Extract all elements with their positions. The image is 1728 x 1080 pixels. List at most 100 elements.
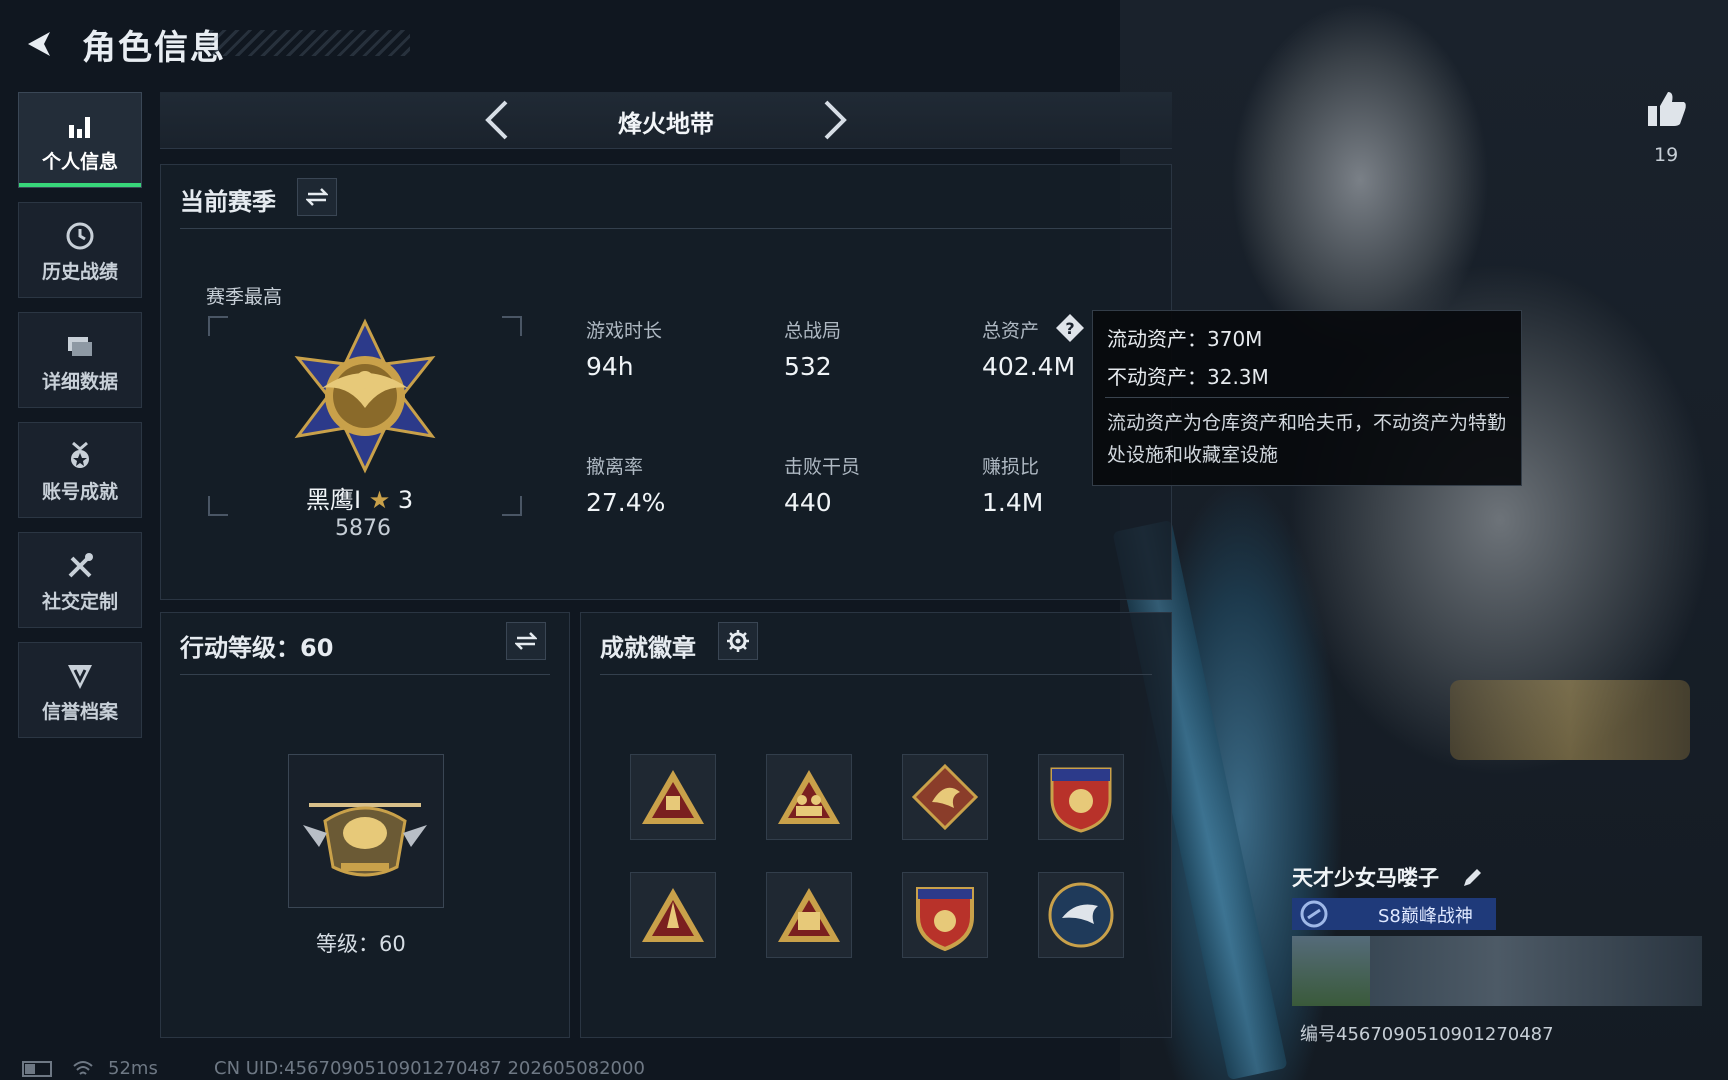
player-id: 编号4567090510901270487 — [1300, 1024, 1554, 1045]
like-count: 19 — [1654, 144, 1679, 166]
header-decoration — [210, 30, 410, 56]
frame-corner — [208, 496, 228, 516]
swap-icon — [306, 188, 328, 206]
shield-icon — [68, 665, 92, 689]
achievement-badge[interactable] — [902, 872, 988, 958]
achievement-badge[interactable] — [766, 872, 852, 958]
frame-corner — [502, 496, 522, 516]
soldiers-badge-icon — [778, 770, 840, 824]
action-level-title: 行动等级：60 — [180, 634, 334, 662]
stat-label-playtime: 游戏时长 — [586, 320, 663, 342]
medal-icon — [71, 441, 89, 468]
rank-points: 5876 — [335, 516, 391, 541]
achievement-badge[interactable] — [902, 754, 988, 840]
achievement-badge[interactable] — [1038, 872, 1124, 958]
player-title-badge: S8巅峰战神 — [1292, 898, 1496, 930]
level-badge-frame — [288, 754, 444, 908]
divider — [1105, 397, 1509, 398]
tooltip-liquid-assets: 流动资产：370M — [1107, 327, 1263, 351]
rocket-badge-icon — [642, 888, 704, 942]
ping-text: 52ms — [108, 1058, 158, 1079]
black-hawk-rank-emblem — [294, 318, 436, 474]
player-banner — [1292, 936, 1702, 1006]
stat-value-assets: 402.4M — [982, 352, 1076, 381]
divider — [180, 228, 1172, 229]
swap-icon — [515, 632, 537, 650]
page-title: 角色信息 — [82, 28, 226, 68]
s8-badge-icon — [778, 888, 840, 942]
shield-star-badge-icon — [1050, 767, 1112, 833]
stat-label-assets: 总资产 — [982, 320, 1040, 342]
level-text: 等级：60 — [316, 932, 406, 956]
sidebar-item-label: 信誉档案 — [41, 701, 118, 723]
player-title: S8巅峰战神 — [1378, 906, 1473, 927]
achievement-badge[interactable] — [630, 754, 716, 840]
bar-chart-icon — [69, 117, 90, 138]
stat-label-extract-rate: 撤离率 — [586, 456, 644, 478]
stat-value-playtime: 94h — [586, 352, 634, 381]
sidebar-item-credit[interactable]: 信誉档案 — [18, 642, 142, 738]
season-switch-button[interactable] — [297, 178, 337, 216]
achievement-badge[interactable] — [630, 872, 716, 958]
tooltip-fixed-assets: 不动资产：32.3M — [1107, 365, 1269, 389]
action-level-switch-button[interactable] — [506, 622, 546, 660]
achievement-badge[interactable] — [766, 754, 852, 840]
sidebar-item-personal-info[interactable]: 个人信息 — [18, 92, 142, 188]
asset-tooltip: 流动资产：370M 不动资产：32.3M 流动资产为仓库资产和哈夫币，不动资产为… — [1092, 310, 1522, 486]
wifi-icon — [73, 1061, 93, 1075]
star-icon: ★ — [368, 486, 391, 514]
armor-artwork — [1450, 680, 1690, 760]
folder-icon — [68, 337, 92, 356]
shield-badge-icon — [916, 887, 974, 952]
stat-label-profit-ratio: 赚损比 — [982, 456, 1040, 478]
achievements-title: 成就徽章 — [600, 634, 696, 662]
stat-value-matches: 532 — [784, 352, 832, 381]
help-icon[interactable]: ? — [1054, 312, 1086, 344]
divider — [600, 674, 1152, 675]
stat-label-kills: 击败干员 — [784, 456, 861, 478]
achievements-settings-button[interactable] — [718, 622, 758, 660]
battery-icon — [22, 1061, 52, 1077]
sidebar-item-social[interactable]: 社交定制 — [18, 532, 142, 628]
triangle-badge-icon — [642, 770, 704, 824]
sidebar-item-achievements[interactable]: 账号成就 — [18, 422, 142, 518]
stat-value-profit-ratio: 1.4M — [982, 488, 1044, 517]
player-avatar — [1292, 936, 1370, 1006]
season-title: 当前赛季 — [180, 188, 276, 216]
divider — [180, 674, 550, 675]
stat-label-matches: 总战局 — [784, 320, 842, 342]
season-best-label: 赛季最高 — [206, 286, 283, 308]
sidebar-item-label: 详细数据 — [41, 371, 118, 393]
player-name: 天才少女马喽子 — [1292, 866, 1439, 890]
gear-icon — [727, 630, 749, 652]
dragon-badge-icon — [911, 763, 979, 831]
chevron-left-icon[interactable] — [482, 98, 512, 142]
rank-name: 黑鹰I — [306, 486, 362, 514]
mode-title: 烽火地带 — [618, 110, 714, 138]
rank-stars: 3 — [397, 486, 414, 514]
sidebar-item-detail-data[interactable]: 详细数据 — [18, 312, 142, 408]
stat-value-extract-rate: 27.4% — [586, 488, 666, 517]
sidebar-item-label: 社交定制 — [41, 591, 118, 613]
eagle-badge-icon — [1048, 882, 1114, 948]
helicopter-emblem-icon — [303, 803, 427, 877]
edit-pencil-icon[interactable] — [1460, 866, 1484, 890]
frame-corner — [208, 316, 228, 336]
sidebar-item-label: 历史战绩 — [41, 261, 118, 283]
back-arrow-icon[interactable] — [20, 26, 56, 62]
stat-value-kills: 440 — [784, 488, 832, 517]
tools-icon — [68, 553, 93, 578]
tooltip-description: 流动资产为仓库资产和哈夫币，不动资产为特勤处设施和收藏室设施 — [1107, 412, 1507, 466]
achievement-badge[interactable] — [1038, 754, 1124, 840]
active-indicator — [19, 183, 141, 187]
thumbs-up-icon[interactable] — [1646, 88, 1688, 130]
svg-text:?: ? — [1065, 319, 1074, 338]
uid-text: CN UID:4567090510901270487 202605082000 — [214, 1058, 645, 1079]
chevron-right-icon[interactable] — [820, 98, 850, 142]
sidebar-item-history[interactable]: 历史战绩 — [18, 202, 142, 298]
sidebar-item-label: 账号成就 — [41, 481, 118, 503]
clock-icon — [66, 222, 94, 250]
frame-corner — [502, 316, 522, 336]
sidebar-item-label: 个人信息 — [41, 151, 118, 173]
rank-emblem-icon — [1300, 900, 1328, 928]
